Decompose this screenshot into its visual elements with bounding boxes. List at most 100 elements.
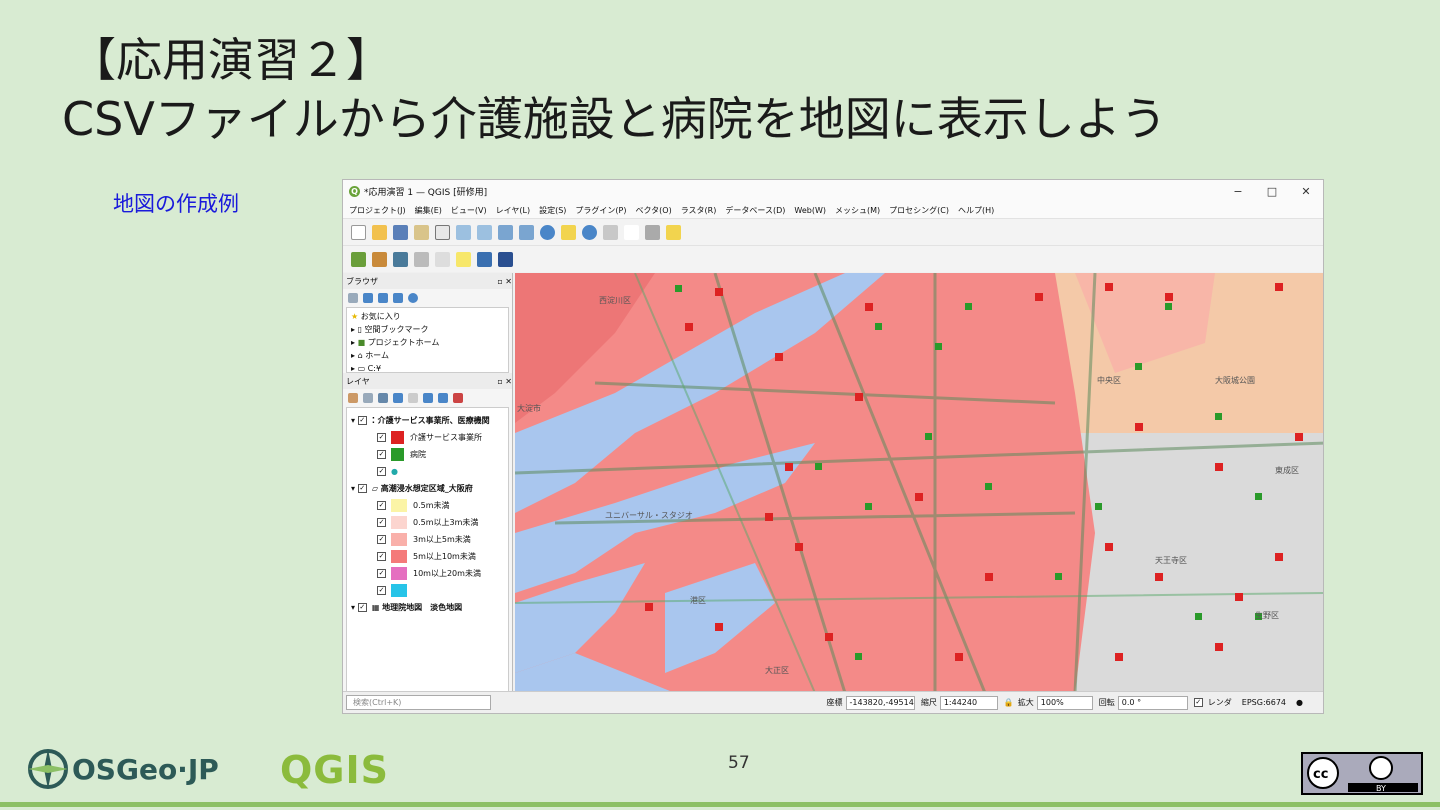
label-icon[interactable] [456, 251, 471, 267]
checkbox[interactable]: ✓ [377, 569, 386, 578]
annotation-icon[interactable] [666, 224, 681, 240]
layer-item-hospital[interactable]: ✓ 病院 [347, 446, 508, 463]
messages-icon[interactable]: ● [1296, 698, 1303, 707]
info-icon[interactable] [408, 293, 418, 303]
layer-basemap[interactable]: ▾ ✓ ▦ 地理院地図 淡色地図 [347, 599, 508, 616]
add-vector-icon[interactable] [351, 251, 366, 267]
menu-settings[interactable]: 設定(S) [539, 205, 566, 216]
layer-group-flood[interactable]: ▾ ✓ ▱ 高潮浸水想定区域_大阪府 [347, 480, 508, 497]
collapse-icon[interactable] [393, 293, 403, 303]
menu-layer[interactable]: レイヤ(L) [496, 205, 530, 216]
browser-item-project-home[interactable]: ▸ ■ プロジェクトホーム [351, 336, 504, 349]
legend-item[interactable]: ✓ 0.5m未満 [347, 497, 508, 514]
checkbox[interactable]: ✓ [357, 603, 367, 612]
layer-item-care[interactable]: ✓ 介護サービス事業所 [347, 429, 508, 446]
minimize-button[interactable]: − [1221, 185, 1255, 198]
add-group-icon[interactable] [363, 393, 373, 403]
panel-close-icon[interactable]: ▫ ✕ [497, 377, 512, 386]
checkbox[interactable]: ✓ [377, 433, 386, 442]
print-layout-icon[interactable] [414, 224, 429, 240]
identify-icon[interactable] [582, 224, 597, 240]
checkbox[interactable]: ✓ [377, 552, 386, 561]
browser-item-bookmarks[interactable]: ▸ ▯ 空間ブックマーク [351, 323, 504, 336]
menu-database[interactable]: データベース(D) [725, 205, 785, 216]
python-icon[interactable] [477, 251, 492, 267]
menu-project[interactable]: プロジェクト(J) [349, 205, 406, 216]
render-checkbox[interactable]: ✓ [1193, 698, 1203, 707]
legend-item[interactable]: ✓ 0.5m以上3m未満 [347, 514, 508, 531]
scale-field[interactable]: 1:44240 [939, 695, 998, 710]
open-project-icon[interactable] [372, 224, 387, 240]
map-svg[interactable]: 西淀川区 大淀市 中央区 大阪城公園 東成区 天王寺区 生野区 港区 大正区 ユ… [515, 273, 1324, 693]
group-icon: ⁚ [371, 416, 375, 425]
layer-group-facilities[interactable]: ▾ ✓ ⁚ 介護サービス事業所、医療機関 [347, 412, 508, 429]
zoom-layer-icon[interactable] [519, 224, 534, 240]
menu-view[interactable]: ビュー(V) [451, 205, 487, 216]
checkbox[interactable]: ✓ [377, 535, 386, 544]
slide-title-line1: 【応用演習２】 [70, 33, 392, 87]
legend-item[interactable]: ✓ [347, 582, 508, 599]
search-input[interactable]: 検索(Ctrl+K) [346, 695, 491, 710]
add-csv-icon[interactable] [393, 251, 408, 267]
legend-item[interactable]: ✓ 5m以上10m未満 [347, 548, 508, 565]
checkbox[interactable]: ✓ [357, 484, 367, 493]
help-icon[interactable] [498, 251, 513, 267]
close-button[interactable]: ✕ [1289, 185, 1323, 198]
browser-item-home[interactable]: ▸ ⌂ ホーム [351, 349, 504, 362]
remove-layer-icon[interactable] [453, 393, 463, 403]
menu-help[interactable]: ヘルプ(H) [958, 205, 994, 216]
edit-icon[interactable] [435, 251, 450, 267]
measure-icon[interactable] [645, 224, 660, 240]
maximize-button[interactable]: □ [1255, 185, 1289, 198]
zoom-field[interactable]: 100% [1036, 695, 1093, 710]
menu-raster[interactable]: ラスタ(R) [681, 205, 717, 216]
add-selected-icon[interactable] [348, 293, 358, 303]
refresh-icon[interactable] [540, 224, 555, 240]
menu-mesh[interactable]: メッシュ(M) [835, 205, 880, 216]
legend-item[interactable]: ✓ 10m以上20m未満 [347, 565, 508, 582]
coord-field[interactable]: -143820,-49514 [845, 695, 915, 710]
pan-icon[interactable] [435, 224, 450, 240]
visibility-icon[interactable] [378, 393, 388, 403]
add-raster-icon[interactable] [372, 251, 387, 267]
legend-swatch [391, 516, 407, 529]
zoom-full-icon[interactable] [498, 224, 513, 240]
browser-item-favorites[interactable]: ★ お気に入り [351, 310, 504, 323]
panel-close-icon[interactable]: ▫ ✕ [497, 277, 512, 286]
checkbox[interactable]: ✓ [377, 518, 386, 527]
checkbox[interactable]: ✓ [357, 416, 367, 425]
rotation-field[interactable]: 0.0 ° [1117, 695, 1188, 710]
expression-icon[interactable] [408, 393, 418, 403]
map-label-osakajo: 大阪城公園 [1215, 375, 1255, 385]
expand-icon[interactable] [423, 393, 433, 403]
refresh-icon[interactable] [363, 293, 373, 303]
checkbox[interactable]: ✓ [377, 586, 386, 595]
layers-panel-title: レイヤ [346, 376, 370, 386]
save-project-icon[interactable] [393, 224, 408, 240]
lock-icon[interactable]: 🔒 [1004, 698, 1014, 707]
collapse-icon[interactable] [438, 393, 448, 403]
checkbox[interactable]: ✓ [377, 450, 386, 459]
zoom-out-icon[interactable] [477, 224, 492, 240]
crs-button[interactable]: EPSG:6674 [1242, 698, 1286, 707]
qgis-logo-icon: Q [349, 185, 360, 197]
menu-web[interactable]: Web(W) [794, 206, 826, 215]
style-icon[interactable] [348, 393, 358, 403]
menu-plugins[interactable]: プラグイン(P) [575, 205, 626, 216]
new-project-icon[interactable] [351, 224, 366, 240]
filter-icon[interactable] [378, 293, 388, 303]
menu-vector[interactable]: ベクタ(O) [636, 205, 672, 216]
legend-item[interactable]: ✓ 3m以上5m未満 [347, 531, 508, 548]
menu-edit[interactable]: 編集(E) [415, 205, 442, 216]
filter-icon[interactable] [393, 393, 403, 403]
map-canvas[interactable]: 西淀川区 大淀市 中央区 大阪城公園 東成区 天王寺区 生野区 港区 大正区 ユ… [515, 273, 1324, 693]
checkbox[interactable]: ✓ [377, 501, 386, 510]
checkbox[interactable]: ✓ [377, 467, 386, 476]
zoom-in-icon[interactable] [456, 224, 471, 240]
select-icon[interactable] [561, 224, 576, 240]
digitize-icon[interactable] [414, 251, 429, 267]
sum-icon[interactable] [624, 224, 639, 240]
layer-item-other[interactable]: ✓ ● [347, 463, 508, 480]
menu-processing[interactable]: プロセシング(C) [889, 205, 949, 216]
attribute-table-icon[interactable] [603, 224, 618, 240]
